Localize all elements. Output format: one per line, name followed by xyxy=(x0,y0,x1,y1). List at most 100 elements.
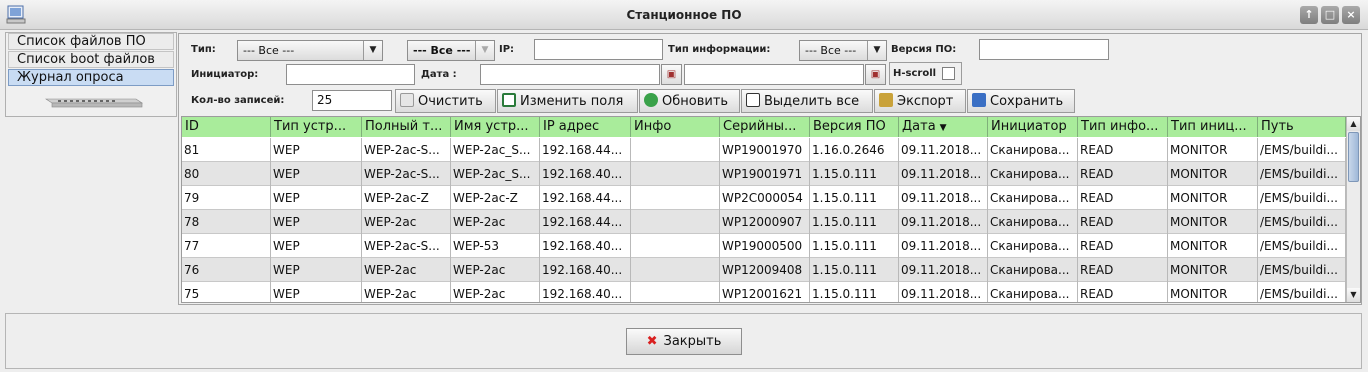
column-header-label: Имя устр... xyxy=(454,119,529,134)
table-header: ID Тип устр... Полный т... Имя устр... IP ад… xyxy=(182,117,1346,137)
hscroll-checkbox[interactable] xyxy=(942,67,955,80)
initiator-label: Инициатор: xyxy=(191,69,259,80)
edit-fields-label: Изменить поля xyxy=(520,94,624,109)
close-button-label: Закрыть xyxy=(663,334,722,349)
table-row[interactable]: 75 WEP WEP-2ac WEP-2ac 192.168.40... WP120016… xyxy=(182,282,1346,302)
col-path-cell: /EMS/buildi... xyxy=(1258,210,1346,234)
col-id-cell: 80 xyxy=(182,162,271,186)
initiator-input[interactable] xyxy=(286,64,415,85)
version-input[interactable] xyxy=(979,39,1109,60)
date-to-input[interactable] xyxy=(684,64,864,85)
col-device-name-cell: WEP-2ac_S... xyxy=(451,138,540,162)
date-from-input[interactable] xyxy=(480,64,660,85)
col-initiator-cell: Сканирова... xyxy=(988,162,1078,186)
clear-button[interactable]: Очистить xyxy=(395,89,496,113)
col-id-cell: 79 xyxy=(182,186,271,210)
col-version-cell: 1.15.0.111 xyxy=(810,258,899,282)
col-serial-cell: WP2C000054 xyxy=(720,186,810,210)
col-init-type-header[interactable]: Тип иниц... xyxy=(1168,117,1258,137)
col-serial-header[interactable]: Серийны... xyxy=(720,117,810,137)
count-input[interactable]: 25 xyxy=(312,90,392,111)
col-serial-cell: WP12009408 xyxy=(720,258,810,282)
col-full-type-cell: WEP-2ac xyxy=(362,282,451,302)
col-serial-cell: WP12000907 xyxy=(720,210,810,234)
table-row[interactable]: 81 WEP WEP-2ac-S... WEP-2ac_S... 192.168.44.… xyxy=(182,138,1346,162)
left-navigation: Список файлов ПО Список boot файлов Журн… xyxy=(5,32,177,117)
nav-item-software-files[interactable]: Список файлов ПО xyxy=(8,33,174,50)
col-device-name-header[interactable]: Имя устр... xyxy=(451,117,540,137)
chevron-down-icon: ▼ xyxy=(867,41,886,60)
col-info-type-cell: READ xyxy=(1078,282,1168,302)
col-ip-cell: 192.168.40... xyxy=(540,258,631,282)
clear-button-label: Очистить xyxy=(418,94,483,109)
export-button[interactable]: Экспорт xyxy=(874,89,966,113)
calendar-icon[interactable]: ▣ xyxy=(661,64,682,85)
col-id-cell: 77 xyxy=(182,234,271,258)
minimize-icon[interactable]: ↑ xyxy=(1300,6,1318,24)
col-ip-cell: 192.168.44... xyxy=(540,138,631,162)
col-init-type-cell: MONITOR xyxy=(1168,186,1258,210)
maximize-icon[interactable]: □ xyxy=(1321,6,1339,24)
col-info-type-header[interactable]: Тип инфо... xyxy=(1078,117,1168,137)
scroll-thumb[interactable] xyxy=(1348,132,1359,182)
col-full-type-cell: WEP-2ac-Z xyxy=(362,186,451,210)
nav-item-boot-files[interactable]: Список boot файлов xyxy=(8,51,174,68)
table-row[interactable]: 80 WEP WEP-2ac-S... WEP-2ac_S... 192.168.40.… xyxy=(182,162,1346,186)
col-ip-header[interactable]: IP адрес xyxy=(540,117,631,137)
col-path-cell: /EMS/buildi... xyxy=(1258,282,1346,302)
close-button[interactable]: ✖ Закрыть xyxy=(626,328,742,355)
col-version-cell: 1.15.0.111 xyxy=(810,210,899,234)
col-id-cell: 81 xyxy=(182,138,271,162)
content-panel: Тип: --- Все --- ▼ --- Все --- ▼ IP: Тип… xyxy=(178,33,1362,305)
col-initiator-cell: Сканирова... xyxy=(988,258,1078,282)
table-row[interactable]: 76 WEP WEP-2ac WEP-2ac 192.168.40... WP120094… xyxy=(182,258,1346,282)
col-ip-cell: 192.168.40... xyxy=(540,162,631,186)
hscroll-label: H-scroll xyxy=(893,68,937,79)
col-date-cell: 09.11.2018... xyxy=(899,234,988,258)
col-info-cell xyxy=(631,138,720,162)
col-init-type-cell: MONITOR xyxy=(1168,258,1258,282)
col-version-header[interactable]: Версия ПО xyxy=(810,117,899,137)
col-path-header[interactable]: Путь xyxy=(1258,117,1346,137)
table-row[interactable]: 78 WEP WEP-2ac WEP-2ac 192.168.44... WP120009… xyxy=(182,210,1346,234)
info-type-select[interactable]: --- Все --- ▼ xyxy=(799,40,887,61)
scroll-down-icon[interactable]: ▼ xyxy=(1347,288,1360,302)
scroll-up-icon[interactable]: ▲ xyxy=(1347,117,1360,131)
refresh-button[interactable]: Обновить xyxy=(639,89,740,113)
col-device-type-header[interactable]: Тип устр... xyxy=(271,117,362,137)
col-version-cell: 1.15.0.111 xyxy=(810,186,899,210)
calendar-icon[interactable]: ▣ xyxy=(865,64,886,85)
edit-fields-button[interactable]: Изменить поля xyxy=(497,89,638,113)
col-info-type-cell: READ xyxy=(1078,162,1168,186)
col-info-cell xyxy=(631,234,720,258)
select-all-button[interactable]: Выделить все xyxy=(741,89,873,113)
ip-input[interactable] xyxy=(534,39,663,60)
ip-label: IP: xyxy=(499,44,515,55)
col-info-cell xyxy=(631,258,720,282)
table-row[interactable]: 77 WEP WEP-2ac-S... WEP-53 192.168.40... WP19… xyxy=(182,234,1346,258)
type-select[interactable]: --- Все --- ▼ xyxy=(237,40,383,61)
col-device-name-cell: WEP-2ac_S... xyxy=(451,162,540,186)
close-window-icon[interactable]: × xyxy=(1342,6,1360,24)
column-header-label: Путь xyxy=(1261,119,1294,134)
col-info-cell xyxy=(631,210,720,234)
table-row[interactable]: 79 WEP WEP-2ac-Z WEP-2ac-Z 192.168.44... WP2C… xyxy=(182,186,1346,210)
col-path-cell: /EMS/buildi... xyxy=(1258,138,1346,162)
vertical-scrollbar[interactable]: ▲ ▼ xyxy=(1346,117,1360,302)
save-button[interactable]: Сохранить xyxy=(967,89,1075,113)
nav-item-poll-log[interactable]: Журнал опроса xyxy=(8,69,174,86)
col-serial-cell: WP19001971 xyxy=(720,162,810,186)
chevron-down-icon: ▼ xyxy=(363,41,382,60)
secondary-select[interactable]: --- Все --- ▼ xyxy=(407,40,495,61)
col-path-cell: /EMS/buildi... xyxy=(1258,234,1346,258)
col-id-header[interactable]: ID xyxy=(182,117,271,137)
col-full-type-header[interactable]: Полный т... xyxy=(362,117,451,137)
col-init-type-cell: MONITOR xyxy=(1168,234,1258,258)
col-initiator-header[interactable]: Инициатор xyxy=(988,117,1078,137)
col-date-header[interactable]: Дата ▼ xyxy=(899,117,988,137)
col-info-header[interactable]: Инфо xyxy=(631,117,720,137)
col-info-type-cell: READ xyxy=(1078,210,1168,234)
column-header-label: Серийны... xyxy=(723,119,797,134)
col-device-type-cell: WEP xyxy=(271,282,362,302)
col-date-cell: 09.11.2018... xyxy=(899,162,988,186)
